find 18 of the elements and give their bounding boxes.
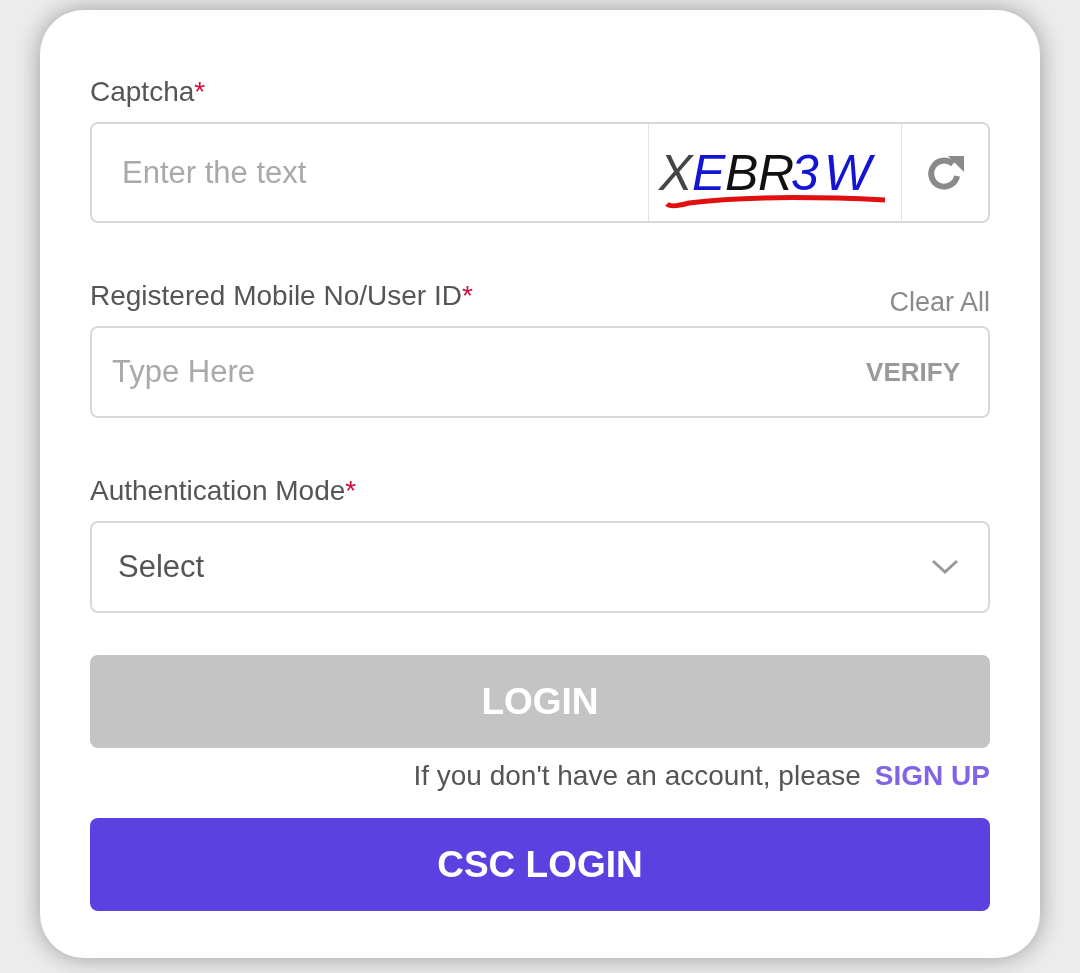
captcha-character: E (692, 145, 726, 201)
verify-button[interactable]: VERIFY (866, 356, 960, 388)
csc-login-button[interactable]: CSC LOGIN (90, 818, 990, 911)
sign-up-link[interactable]: SIGN UP (874, 760, 990, 792)
field-label: Registered Mobile No/User ID* (90, 280, 473, 312)
field-label: Captcha* (90, 76, 206, 108)
captcha-input[interactable]: Enter the text (120, 153, 648, 192)
chevron-down-icon (930, 558, 960, 576)
user-id-input[interactable]: Type Here (110, 353, 867, 391)
captcha-character: B (725, 145, 759, 201)
user-id-field[interactable]: Type Here VERIFY (90, 326, 990, 418)
clear-all-link[interactable]: Clear All (889, 287, 990, 318)
signup-prompt: If you don't have an account, please (413, 760, 861, 792)
captcha-character: X (659, 145, 693, 201)
captcha-character: 3 (791, 145, 819, 201)
field-label: Authentication Mode* (90, 475, 357, 507)
authentication-mode-dropdown[interactable]: Select (90, 521, 990, 613)
captcha-field[interactable]: Enter the text XEBR3W (90, 122, 990, 223)
